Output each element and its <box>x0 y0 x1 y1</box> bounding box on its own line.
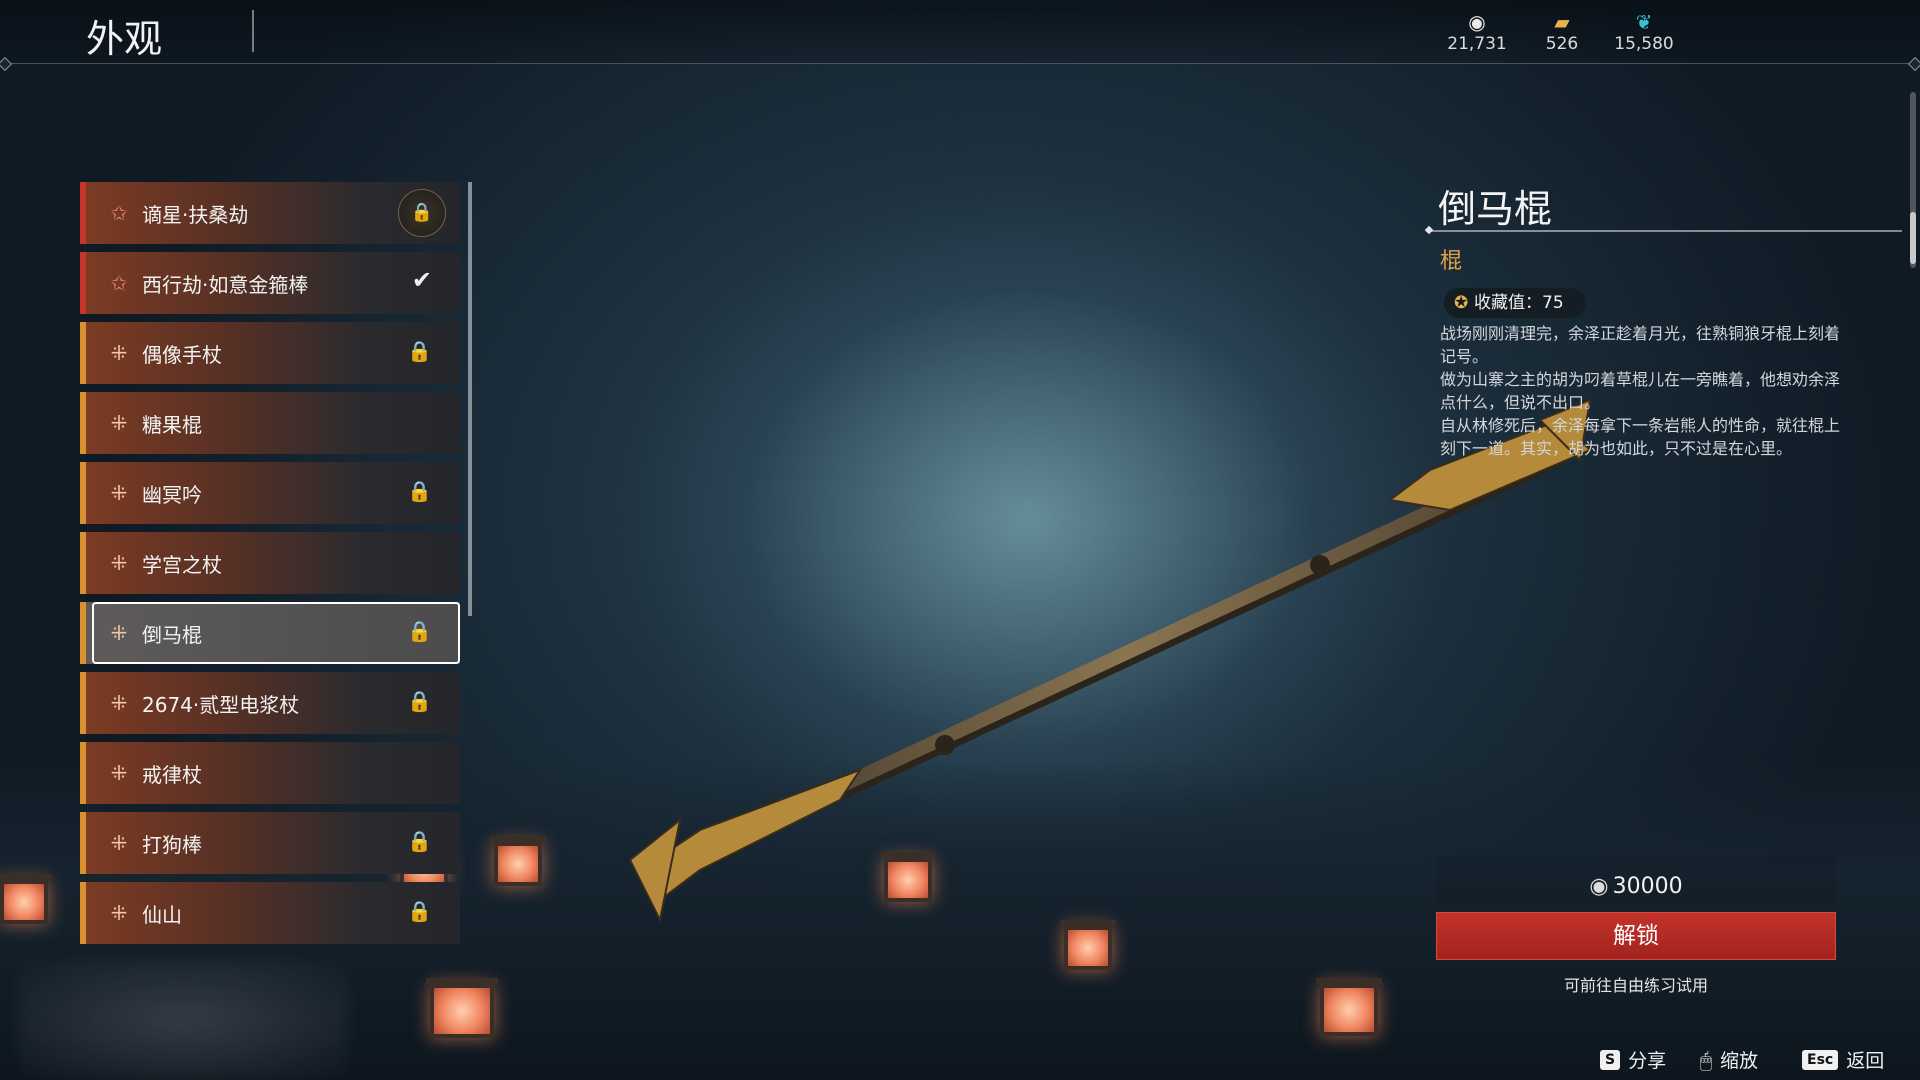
title-divider <box>252 10 254 52</box>
key-esc: Esc <box>1802 1049 1839 1070</box>
cross-mark-icon: ⁜ <box>110 901 128 925</box>
gold-bar-icon: ▰ <box>1554 10 1570 34</box>
list-item[interactable]: ⁜ 打狗棒 🔒 <box>80 812 460 874</box>
list-item[interactable]: ✩ 谪星·扶桑劫 🔒 <box>80 182 460 244</box>
trial-hint: 可前往自由练习试用 <box>1563 976 1708 995</box>
list-item[interactable]: ⁜ 仙山 🔒 <box>80 882 460 944</box>
cross-mark-icon: ⁜ <box>110 691 128 715</box>
price-box: ◉ 30000 <box>1436 856 1836 906</box>
key-s: S <box>1600 1049 1621 1070</box>
page-title: 外观 <box>86 17 163 61</box>
coin-icon: ◉ <box>1589 874 1609 899</box>
lantern <box>490 836 546 886</box>
top-bar: 外观 ◉ 21,731 ▰ 526 ❦ 15,580 <box>0 0 1920 64</box>
lock-icon: 🔒 <box>398 189 446 237</box>
cross-mark-icon: ⁜ <box>110 761 128 785</box>
list-item[interactable]: ⁜ 糖果棍 <box>80 392 460 454</box>
collection-icon: ✪ <box>1454 293 1469 313</box>
currency-gold: ▰ 526 <box>1522 10 1602 54</box>
cross-mark-icon: ⁜ <box>110 621 128 645</box>
star-mark-icon: ✩ <box>110 271 128 295</box>
coin-icon: ◉ <box>1468 10 1486 34</box>
cross-mark-icon: ⁜ <box>110 411 128 435</box>
item-name: 倒马棍 <box>1438 187 1553 231</box>
back-hint[interactable]: Esc 返回 <box>1802 1046 1884 1073</box>
zoom-hint[interactable]: 🖱 缩放 <box>1700 1046 1758 1073</box>
collection-value-badge: ✪ 收藏值：75 <box>1444 288 1586 318</box>
list-item[interactable]: ⁜ 幽冥吟 🔒 <box>80 462 460 524</box>
lantern <box>880 852 936 902</box>
title-underline <box>1426 230 1902 232</box>
list-item[interactable]: ⁜ 学宫之杖 <box>80 532 460 594</box>
list-item[interactable]: ⁜ 2674·贰型电浆杖 🔒 <box>80 672 460 734</box>
currency-feather: ❦ 15,580 <box>1604 10 1684 54</box>
lantern <box>1060 920 1116 970</box>
list-item[interactable]: ⁜ 戒律杖 <box>80 742 460 804</box>
share-hint[interactable]: S 分享 <box>1600 1046 1666 1073</box>
price: ◉ 30000 <box>1589 874 1683 899</box>
list-item-selected[interactable]: ⁜ 倒马棍 🔒 <box>80 602 460 664</box>
feather-gem-icon: ❦ <box>1635 10 1653 34</box>
lantern <box>1316 978 1382 1036</box>
list-scrollbar[interactable] <box>468 182 472 616</box>
list-item[interactable]: ⁜ 偶像手杖 🔒 <box>80 322 460 384</box>
item-description: 战场刚刚清理完，余泽正趁着月光，往熟铜狼牙棍上刻着记号。 做为山寨之主的胡为叼着… <box>1440 324 1841 458</box>
lock-icon: 🔒 <box>407 899 432 923</box>
lock-icon: 🔒 <box>407 689 432 713</box>
blurred-chat-overlay <box>18 960 348 1080</box>
list-item[interactable]: ✩ 西行劫·如意金箍棒 ✔ <box>80 252 460 314</box>
lock-icon: 🔒 <box>407 829 432 853</box>
lock-icon: 🔒 <box>407 479 432 503</box>
unlock-button[interactable]: 解锁 <box>1436 912 1836 960</box>
skin-list: ✩ 谪星·扶桑劫 🔒 ✩ 西行劫·如意金箍棒 ✔ ⁜ 偶像手杖 🔒 ⁜ 糖果棍 … <box>80 182 460 952</box>
star-mark-icon: ✩ <box>110 201 128 225</box>
cross-mark-icon: ⁜ <box>110 831 128 855</box>
lock-icon: 🔒 <box>407 619 432 643</box>
item-type: 棍 <box>1440 249 1463 274</box>
mouse-wheel-icon: 🖱 <box>1700 1047 1712 1072</box>
cross-mark-icon: ⁜ <box>110 341 128 365</box>
lantern <box>426 978 498 1038</box>
cross-mark-icon: ⁜ <box>110 481 128 505</box>
cross-mark-icon: ⁜ <box>110 551 128 575</box>
lantern <box>0 874 52 924</box>
page-scrollbar[interactable] <box>1910 92 1916 268</box>
currency-coin: ◉ 21,731 <box>1437 10 1517 54</box>
lock-icon: 🔒 <box>407 339 432 363</box>
check-icon: ✔ <box>411 266 432 294</box>
